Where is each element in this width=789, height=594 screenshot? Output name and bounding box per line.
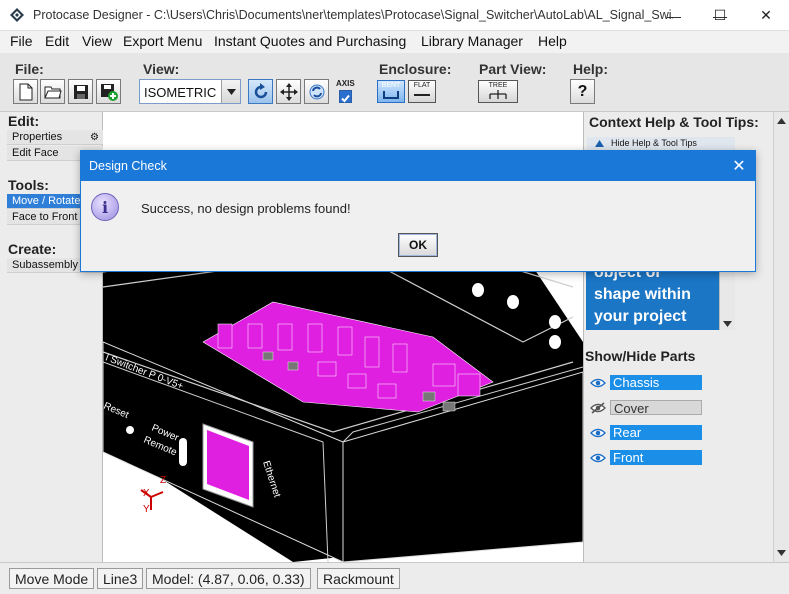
part-row-chassis[interactable]: Chassis [588, 374, 703, 391]
tree-label: TREE [488, 82, 508, 89]
hide-help-toggle[interactable]: Hide Help & Tool Tips [587, 137, 735, 150]
menu-file[interactable]: File [10, 33, 33, 49]
info-icon: i [91, 193, 119, 221]
maximize-button[interactable]: ☐ [697, 0, 743, 31]
tree-icon [489, 90, 507, 99]
design-check-dialog: Design Check ✕ i Success, no design prob… [80, 150, 756, 272]
save-as-button[interactable] [96, 79, 121, 104]
toolbar: File: View: ISOMETRIC AXIS Enclosure: BE… [0, 53, 789, 112]
help-text-box: object or shape within your project [586, 262, 719, 330]
axis-label: AXIS [336, 79, 355, 88]
status-type: Rackmount [317, 568, 400, 589]
right-panel-scrollbar[interactable] [773, 112, 789, 562]
eye-icon[interactable] [588, 424, 608, 441]
triangle-up-icon [595, 140, 604, 147]
dialog-message: Success, no design problems found! [141, 201, 351, 216]
question-icon: ? [577, 82, 588, 100]
properties-item[interactable]: Properties ⚙ [7, 130, 103, 145]
rotate-icon [254, 82, 267, 98]
bent-label: BENT [381, 82, 401, 89]
tools-label: Tools: [8, 177, 49, 193]
open-folder-icon [43, 86, 62, 98]
chevron-down-icon[interactable] [221, 80, 240, 103]
view-select-value: ISOMETRIC [144, 85, 217, 100]
open-file-button[interactable] [40, 79, 65, 104]
new-file-button[interactable] [13, 79, 38, 104]
close-window-button[interactable]: ✕ [743, 0, 789, 31]
part-row-cover[interactable]: Cover [588, 399, 703, 416]
menu-instant-quotes[interactable]: Instant Quotes and Purchasing [214, 33, 406, 49]
flat-view-button[interactable]: FLAT [408, 80, 436, 103]
app-icon [10, 8, 24, 22]
show-hide-parts-label: Show/Hide Parts [585, 348, 696, 364]
menu-export[interactable]: Export Menu [123, 33, 202, 49]
dialog-close-icon[interactable]: ✕ [727, 154, 751, 178]
status-model-coords: Model: (4.87, 0.06, 0.33) [146, 568, 311, 589]
part-label-front[interactable]: Front [610, 450, 702, 465]
axis-checkbox[interactable] [339, 90, 352, 103]
scroll-up-icon [777, 118, 786, 124]
view-label: View: [143, 61, 180, 77]
part-label-chassis[interactable]: Chassis [610, 375, 702, 390]
help-scrollbar[interactable] [719, 262, 735, 330]
sliders-icon: ⚙ [90, 132, 99, 143]
view-select[interactable]: ISOMETRIC [139, 79, 241, 104]
help-button[interactable]: ? [570, 79, 595, 104]
flat-label: FLAT [413, 82, 431, 89]
flat-icon [414, 94, 430, 96]
dialog-title-bar: Design Check ✕ [81, 151, 755, 181]
checkmark-icon [341, 94, 350, 103]
bent-icon [383, 91, 399, 99]
status-bar: Move Mode Line3 Model: (4.87, 0.06, 0.33… [0, 562, 789, 594]
create-label: Create: [8, 241, 57, 257]
scroll-down-icon [777, 550, 786, 556]
pan-view-button[interactable] [276, 79, 301, 104]
eye-hidden-icon[interactable] [588, 399, 608, 416]
pan-arrows-icon [279, 82, 298, 101]
help-text-line-2: shape within [594, 286, 691, 303]
axis-y-label: Y [143, 504, 150, 515]
part-view-label: Part View: [479, 61, 547, 77]
scroll-down-icon [723, 321, 732, 327]
axis-x-label: X [143, 488, 150, 499]
menu-edit[interactable]: Edit [45, 33, 69, 49]
window-title: Protocase Designer - C:\Users\Chris\Docu… [33, 8, 673, 22]
file-label: File: [15, 61, 44, 77]
tree-view-button[interactable]: TREE [478, 80, 518, 103]
part-row-rear[interactable]: Rear [588, 424, 703, 441]
axis-z-label: Z [160, 475, 166, 486]
dialog-title: Design Check [89, 159, 167, 173]
context-help-title: Context Help & Tool Tips: [589, 114, 759, 130]
minimize-window-button[interactable]: — [651, 0, 697, 31]
save-add-icon [100, 83, 118, 101]
ok-button[interactable]: OK [398, 233, 438, 257]
eye-icon[interactable] [588, 449, 608, 466]
bent-view-button[interactable]: BENT [377, 80, 405, 103]
help-text-line-3: your project [594, 308, 687, 325]
menu-bar: File Edit View Export Menu Instant Quote… [0, 31, 789, 53]
help-label: Help: [573, 61, 608, 77]
menu-library-manager[interactable]: Library Manager [421, 33, 523, 49]
new-document-icon [19, 83, 32, 100]
refresh-icon [309, 84, 324, 99]
status-mode: Move Mode [9, 568, 95, 589]
save-button[interactable] [68, 79, 93, 104]
eye-icon[interactable] [588, 374, 608, 391]
save-disk-icon [73, 84, 88, 99]
part-label-cover[interactable]: Cover [610, 400, 702, 416]
part-label-rear[interactable]: Rear [610, 425, 702, 440]
part-row-front[interactable]: Front [588, 449, 703, 466]
enclosure-label: Enclosure: [379, 61, 452, 77]
status-line: Line3 [97, 568, 144, 589]
edit-label: Edit: [8, 113, 40, 129]
refresh-view-button[interactable] [304, 79, 329, 104]
menu-help[interactable]: Help [538, 33, 567, 49]
menu-view[interactable]: View [82, 33, 112, 49]
rotate-view-button[interactable] [248, 79, 273, 104]
